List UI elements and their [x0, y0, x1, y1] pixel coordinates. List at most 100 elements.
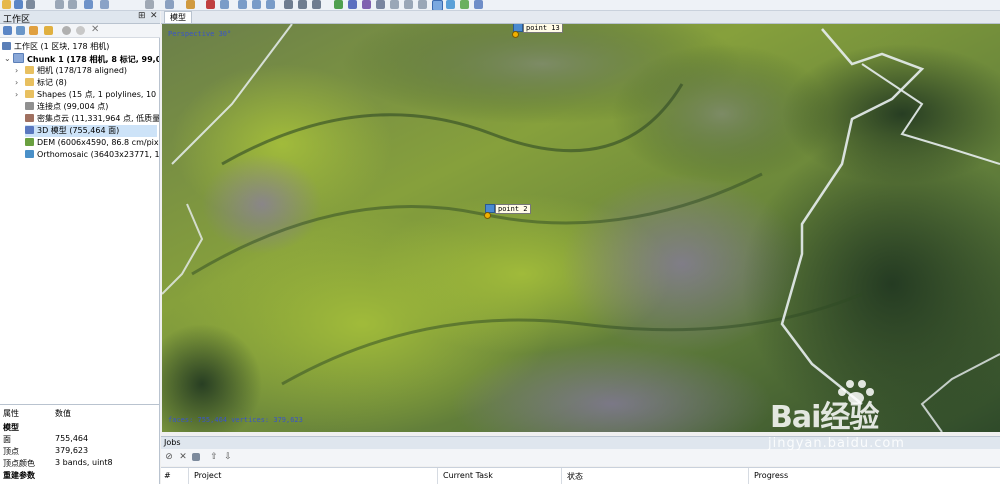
show-cameras-icon[interactable]: [312, 0, 321, 9]
tie-points-icon: [25, 102, 34, 110]
disable-icon[interactable]: [76, 26, 85, 35]
main-toolbar: [0, 0, 1000, 11]
properties-col-value: 数值: [55, 409, 71, 418]
tree-item-label: 连接点 (99,004 点): [37, 102, 109, 111]
model-viewport[interactable]: Perspective 30° faces: 755,464 vertices:…: [162, 24, 1000, 432]
jobs-col-current-task[interactable]: Current Task: [443, 471, 493, 480]
shape-icon[interactable]: [165, 0, 174, 9]
ruler-icon[interactable]: [186, 0, 195, 9]
wireframe-icon[interactable]: [390, 0, 399, 9]
marker-label: point 13: [523, 24, 563, 33]
shapes-icon[interactable]: [446, 0, 455, 9]
tree-item-cameras[interactable]: 相机 (178/178 aligned): [25, 65, 127, 77]
tree-item-label: 密集点云 (11,331,964 点, 低质量): [37, 114, 160, 123]
close-panel-button[interactable]: ✕: [150, 11, 158, 21]
property-name: 重建参数: [3, 471, 35, 480]
enable-icon[interactable]: [62, 26, 71, 35]
redo-icon[interactable]: [68, 0, 77, 9]
jobs-col-number[interactable]: #: [164, 471, 171, 480]
expand-chevron-icon[interactable]: ›: [15, 90, 18, 99]
folder-icon: [25, 90, 34, 98]
add-folder-icon[interactable]: [29, 26, 38, 35]
watermark-url: jingyan.baidu.com: [768, 436, 905, 451]
ortho-view-icon[interactable]: [432, 0, 443, 10]
add-photos-icon[interactable]: [16, 26, 25, 35]
zoom-in-icon[interactable]: [238, 0, 247, 9]
remove-icon[interactable]: ✕: [91, 25, 100, 35]
move-icon[interactable]: [145, 0, 154, 9]
rect-select-icon[interactable]: [100, 0, 109, 9]
move-down-icon[interactable]: ⇩: [223, 452, 233, 462]
tree-item-label: 标记 (8): [37, 78, 67, 87]
print-icon[interactable]: [26, 0, 35, 9]
crop-icon[interactable]: [220, 0, 229, 9]
tree-item-label: 相机 (178/178 aligned): [37, 66, 128, 75]
jobs-col-status[interactable]: 状态: [567, 471, 583, 482]
collapse-chevron-icon[interactable]: ⌄: [4, 54, 11, 63]
watermark-brand: Bai经验: [770, 400, 879, 435]
property-name: 顶点颜色: [3, 459, 35, 468]
property-value: 3 bands, uint8: [55, 458, 113, 467]
navigation-icon[interactable]: [84, 0, 93, 9]
undo-icon[interactable]: [55, 0, 64, 9]
projection-label: Perspective 30°: [168, 30, 232, 38]
reset-view-icon[interactable]: [474, 0, 483, 9]
folder-icon: [25, 66, 34, 74]
tree-item-label: Shapes (15 点, 1 polylines, 10 po: [37, 90, 160, 99]
pause-icon[interactable]: ⊘: [164, 452, 174, 462]
expand-chevron-icon[interactable]: ›: [15, 78, 18, 87]
dense-cloud-icon: [25, 114, 34, 122]
zoom-out-icon[interactable]: [252, 0, 261, 9]
save-icon[interactable]: [14, 0, 23, 9]
tree-item-shapes[interactable]: Shapes (15 点, 1 polylines, 10 po: [25, 89, 160, 101]
jobs-table-header: # Project Current Task 状态 Progress: [161, 467, 1000, 484]
grid-icon[interactable]: [284, 0, 293, 9]
tree-item-label: Orthomosaic (36403x23771, 10.8: [37, 150, 160, 159]
column-divider: [748, 468, 749, 484]
add-chunk-icon[interactable]: [3, 26, 12, 35]
jobs-col-progress[interactable]: Progress: [754, 471, 788, 480]
tab-model[interactable]: 模型: [164, 11, 192, 23]
tree-item-chunk[interactable]: Chunk 1 (178 相机, 8 标记, 99,004 点: [13, 53, 159, 65]
column-divider: [437, 468, 438, 484]
marker-label: point 2: [495, 204, 531, 214]
open-icon[interactable]: [2, 0, 11, 9]
model-stats-label: faces: 755,464 vertices: 379,623: [168, 416, 303, 424]
tree-item-dense-cloud[interactable]: 密集点云 (11,331,964 点, 低质量): [25, 113, 160, 125]
expand-chevron-icon[interactable]: ›: [15, 66, 18, 75]
textured-icon[interactable]: [404, 0, 413, 9]
add-marker-icon[interactable]: [44, 26, 53, 35]
tree-item-3d-model[interactable]: 3D 模型 (755,464 面): [25, 125, 157, 137]
folder-icon: [25, 78, 34, 86]
property-value: 379,623: [55, 446, 89, 455]
tree-item-markers[interactable]: 标记 (8): [25, 77, 67, 89]
tree-item-dem[interactable]: DEM (6006x4590, 86.8 cm/pix): [25, 137, 160, 149]
save-log-icon[interactable]: [192, 453, 200, 461]
grid2-icon[interactable]: [298, 0, 307, 9]
solid-icon[interactable]: [376, 0, 385, 9]
tree-item-orthomosaic[interactable]: Orthomosaic (36403x23771, 10.8: [25, 149, 160, 161]
workspace-panel-header: 工作区 ⊞ ✕: [0, 11, 160, 25]
jobs-col-project[interactable]: Project: [194, 471, 221, 480]
view-tabbar: 模型: [161, 11, 1000, 24]
shaded-icon[interactable]: [362, 0, 371, 9]
cancel-job-icon[interactable]: ✕: [178, 452, 188, 462]
markers-icon[interactable]: [460, 0, 469, 9]
float-panel-button[interactable]: ⊞: [138, 11, 146, 21]
dense-cloud-view-icon[interactable]: [348, 0, 357, 9]
tree-item-label: DEM (6006x4590, 86.8 cm/pix): [37, 138, 160, 147]
dem-view-icon[interactable]: [418, 0, 427, 9]
point-cloud-icon[interactable]: [334, 0, 343, 9]
tree-item-workspace[interactable]: 工作区 (1 区块, 178 相机): [2, 41, 109, 53]
column-divider: [561, 468, 562, 484]
delete-icon[interactable]: [206, 0, 215, 9]
tree-item-tie-points[interactable]: 连接点 (99,004 点): [25, 101, 108, 113]
move-up-icon[interactable]: ⇧: [209, 452, 219, 462]
zoom-fit-icon[interactable]: [266, 0, 275, 9]
column-divider: [188, 468, 189, 484]
properties-col-property: 属性: [3, 409, 19, 418]
properties-section: 模型: [3, 423, 19, 432]
properties-panel: 属性 数值 模型 面 755,464 顶点 379,623 顶点颜色 3 ban…: [0, 404, 160, 484]
terrain-render: [162, 24, 1000, 432]
chunk-icon: [13, 53, 24, 63]
